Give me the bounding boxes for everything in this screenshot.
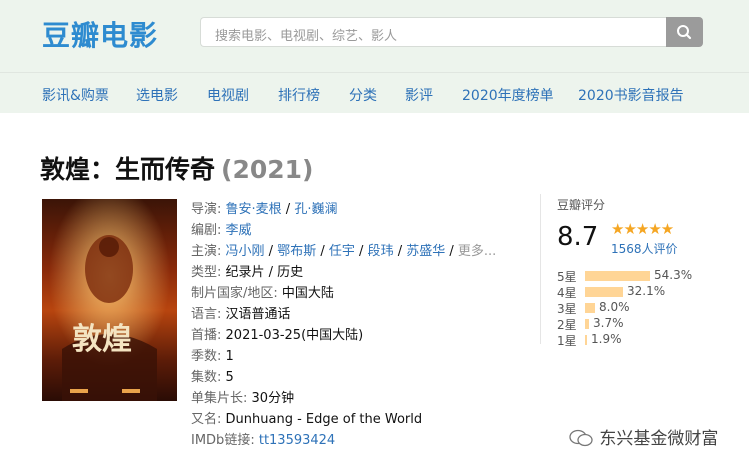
runtime-value: 30分钟 [251, 391, 295, 406]
region-key: 制片国家/地区: [191, 286, 278, 301]
cast-row: 主演: 冯小刚 / 鄂布斯 / 任宇 / 段玮 / 苏盛华 / 更多... [191, 244, 497, 259]
writer-row: 编剧: 李威 [191, 219, 252, 238]
rating-bar-label: 2星 [557, 318, 577, 332]
seasons-key: 季数: [191, 349, 222, 364]
page-title: 敦煌：生而传奇 (2021) [40, 150, 313, 186]
rating-bar [585, 335, 587, 345]
rating-bar-pct: 32.1% [627, 284, 666, 298]
writer-key: 编剧: [191, 223, 222, 238]
nav-item-tv[interactable]: 电视剧 [207, 85, 249, 105]
rating-bar-label: 1星 [557, 334, 577, 348]
language-key: 语言: [191, 307, 222, 322]
nav-item-categories[interactable]: 分类 [349, 85, 377, 105]
seasons-value: 1 [225, 349, 234, 364]
genre-value: 纪录片 / 历史 [225, 265, 304, 280]
cast-key: 主演: [191, 244, 222, 259]
nav-item-charts[interactable]: 排行榜 [278, 85, 320, 105]
cast-link[interactable]: 苏盛华 [406, 244, 445, 259]
director-link[interactable]: 孔·巍澜 [294, 202, 337, 217]
rating-score: 8.7 [557, 222, 599, 252]
rating-bar [585, 271, 650, 281]
aka-value: Dunhuang - Edge of the World [225, 412, 423, 427]
watermark-text: 东兴基金微财富 [599, 429, 719, 449]
nav-item-tickets[interactable]: 影讯&购票 [42, 85, 109, 105]
site-header: 豆瓣电影 搜索电影、电视剧、综艺、影人 [0, 0, 749, 72]
imdb-row: IMDb链接: tt13593424 [191, 429, 335, 448]
rating-bar-pct: 3.7% [593, 316, 624, 330]
aka-key: 又名: [191, 412, 222, 427]
cast-link[interactable]: 任宇 [329, 244, 355, 259]
rating-bar-label: 3星 [557, 302, 577, 316]
cast-link[interactable]: 段玮 [368, 244, 394, 259]
rating-votes-link[interactable]: 1568人评价 [611, 240, 678, 257]
movie-poster[interactable]: 敦煌 [42, 199, 177, 401]
premiere-value: 2021-03-25(中国大陆) [225, 328, 364, 343]
genre-row: 类型: 纪录片 / 历史 [191, 261, 303, 280]
rating-label: 豆瓣评分 [557, 198, 606, 212]
premiere-key: 首播: [191, 328, 222, 343]
language-row: 语言: 汉语普通话 [191, 303, 291, 322]
search-button[interactable] [666, 17, 703, 47]
nav-item-annual-list[interactable]: 2020年度榜单 [462, 85, 554, 105]
rating-panel: 豆瓣评分 8.7 ★★★★★ 1568人评价 5星 54.3% 4星 32.1%… [540, 194, 701, 348]
seasons-row: 季数: 1 [191, 345, 234, 364]
more-cast-link[interactable]: 更多... [458, 244, 496, 259]
rating-bar [585, 287, 623, 297]
premiere-row: 首播: 2021-03-25(中国大陆) [191, 324, 363, 343]
rating-stars-icon: ★★★★★ [611, 220, 674, 238]
wechat-watermark: 东兴基金微财富 [568, 424, 718, 449]
movie-year: (2021) [221, 155, 314, 184]
rating-bar-label: 5星 [557, 270, 577, 284]
rating-bar [585, 303, 595, 313]
imdb-key: IMDb链接: [191, 433, 255, 448]
imdb-link[interactable]: tt13593424 [259, 433, 335, 448]
cast-link[interactable]: 冯小刚 [226, 244, 265, 259]
region-row: 制片国家/地区: 中国大陆 [191, 282, 334, 301]
rating-bar-pct: 54.3% [654, 268, 693, 282]
episodes-value: 5 [225, 370, 234, 385]
site-logo[interactable]: 豆瓣电影 [42, 14, 158, 54]
rating-bar-pct: 1.9% [591, 332, 622, 346]
nav-item-reviews[interactable]: 影评 [405, 85, 433, 105]
director-link[interactable]: 鲁安·麦根 [226, 202, 282, 217]
region-value: 中国大陆 [281, 286, 334, 301]
svg-text:敦煌: 敦煌 [72, 322, 132, 357]
cast-link[interactable]: 鄂布斯 [277, 244, 316, 259]
writer-link[interactable]: 李威 [226, 223, 252, 238]
episodes-row: 集数: 5 [191, 366, 234, 385]
director-row: 导演: 鲁安·麦根 / 孔·巍澜 [191, 202, 338, 217]
director-key: 导演: [191, 202, 222, 217]
language-value: 汉语普通话 [225, 307, 291, 322]
episodes-key: 集数: [191, 370, 222, 385]
search-icon [677, 25, 692, 40]
rating-bar [585, 319, 589, 329]
rating-bar-pct: 8.0% [599, 300, 630, 314]
runtime-row: 单集片长: 30分钟 [191, 387, 294, 406]
search-input[interactable]: 搜索电影、电视剧、综艺、影人 [200, 17, 666, 47]
nav-item-annual-report[interactable]: 2020书影音报告 [578, 85, 684, 105]
wechat-icon [569, 429, 593, 447]
genre-key: 类型: [191, 265, 222, 280]
rating-bar-label: 4星 [557, 286, 577, 300]
movie-title: 敦煌：生而传奇 [40, 155, 216, 184]
nav-item-choose-movie[interactable]: 选电影 [136, 85, 178, 105]
poster-art: 敦煌 [42, 199, 177, 401]
main-nav: 影讯&购票 选电影 电视剧 排行榜 分类 影评 2020年度榜单 2020书影音… [0, 72, 749, 113]
runtime-key: 单集片长: [191, 391, 248, 406]
aka-row: 又名: Dunhuang - Edge of the World [191, 408, 422, 427]
